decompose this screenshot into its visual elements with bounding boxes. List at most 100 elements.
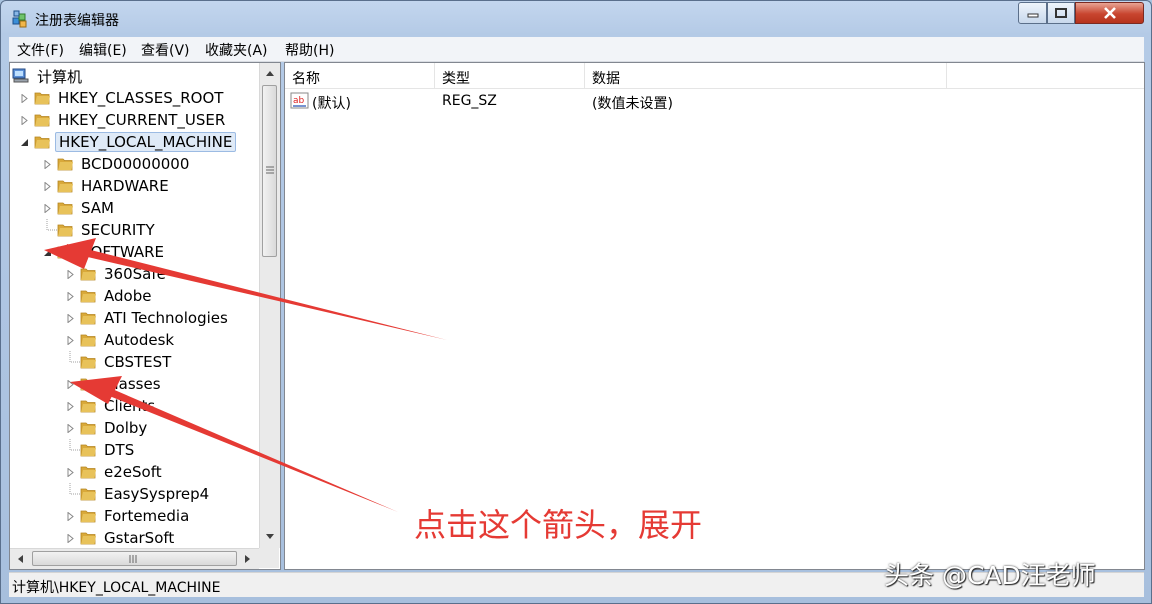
string-value-icon: ab [290, 92, 309, 109]
tree-connector-icon [69, 439, 80, 451]
menu-favorites[interactable]: 收藏夹(A) [205, 40, 268, 60]
tree-item[interactable]: SAM [44, 197, 117, 219]
column-divider[interactable] [946, 63, 947, 88]
folder-icon [80, 444, 96, 456]
tree-item[interactable]: HARDWARE [44, 175, 172, 197]
maximize-button[interactable] [1047, 2, 1075, 24]
maximize-icon [1055, 8, 1067, 18]
value-list-pane[interactable]: 名称 类型 数据 ab (默认) REG_SZ (数值未设置) [284, 62, 1145, 570]
tree-label: HKEY_CLASSES_ROOT [58, 89, 224, 107]
tree-root-computer[interactable]: 计算机 [12, 65, 85, 87]
collapsed-arrow-icon[interactable] [66, 512, 75, 521]
folder-icon [80, 356, 96, 368]
collapsed-arrow-icon[interactable] [66, 468, 75, 477]
close-button[interactable] [1075, 2, 1144, 24]
menu-help[interactable]: 帮助(H) [285, 40, 334, 60]
tree-item[interactable]: Fortemedia [67, 505, 192, 527]
tree-item[interactable]: CBSTEST [69, 351, 174, 373]
status-path: 计算机\HKEY_LOCAL_MACHINE [12, 580, 221, 596]
folder-icon [34, 114, 50, 126]
scroll-down-icon[interactable] [265, 533, 275, 541]
horizontal-scroll-thumb[interactable] [32, 551, 237, 566]
folder-icon [57, 246, 73, 258]
column-divider[interactable] [434, 63, 435, 88]
collapsed-arrow-icon[interactable] [43, 160, 52, 169]
collapsed-arrow-icon[interactable] [66, 292, 75, 301]
tree-item[interactable]: EasySysprep4 [69, 483, 212, 505]
list-item[interactable]: ab (默认) REG_SZ (数值未设置) [285, 90, 1144, 112]
collapsed-arrow-icon[interactable] [66, 336, 75, 345]
tree-label: Classes [104, 375, 161, 393]
tree-label: SECURITY [81, 221, 155, 239]
value-type: REG_SZ [442, 93, 497, 109]
column-header-data[interactable]: 数据 [592, 68, 620, 88]
collapsed-arrow-icon[interactable] [43, 204, 52, 213]
window-title: 注册表编辑器 [35, 13, 119, 29]
collapsed-arrow-icon[interactable] [66, 534, 75, 543]
grip-icon [129, 555, 137, 563]
grip-icon [266, 166, 274, 174]
tree-item[interactable]: SOFTWARE [44, 241, 167, 263]
annotation-caption: 点击这个箭头，展开 [414, 506, 703, 544]
tree-label: GstarSoft [104, 529, 175, 547]
vertical-scroll-thumb[interactable] [262, 85, 277, 257]
collapsed-arrow-icon[interactable] [20, 116, 29, 125]
expanded-arrow-icon[interactable] [43, 248, 52, 257]
tree-connector-icon [69, 483, 80, 495]
tree-item[interactable]: Adobe [67, 285, 154, 307]
tree-item[interactable]: 360Safe [67, 263, 169, 285]
folder-icon [34, 92, 50, 104]
menu-view[interactable]: 查看(V) [141, 40, 190, 60]
collapsed-arrow-icon[interactable] [66, 424, 75, 433]
menu-file[interactable]: 文件(F) [17, 40, 64, 60]
folder-icon [80, 422, 96, 434]
scroll-right-icon[interactable] [244, 554, 252, 564]
tree-item[interactable]: Clients [67, 395, 158, 417]
close-icon [1103, 7, 1116, 19]
tree-label: e2eSoft [104, 463, 162, 481]
folder-icon [80, 378, 96, 390]
column-divider[interactable] [584, 63, 585, 88]
tree-item[interactable]: HKEY_LOCAL_MACHINE [21, 131, 237, 153]
value-name: (默认) [312, 96, 351, 112]
menu-edit[interactable]: 编辑(E) [79, 40, 127, 60]
tree-item[interactable]: HKEY_CLASSES_ROOT [21, 87, 226, 109]
tree-item[interactable]: Classes [67, 373, 164, 395]
tree-item[interactable]: SECURITY [46, 219, 158, 241]
collapsed-arrow-icon[interactable] [66, 314, 75, 323]
tree-item[interactable]: e2eSoft [67, 461, 165, 483]
column-header-type[interactable]: 类型 [442, 68, 470, 88]
tree-item[interactable]: HKEY_CURRENT_USER [21, 109, 228, 131]
scroll-left-icon[interactable] [16, 554, 24, 564]
tree-label: HKEY_CURRENT_USER [58, 111, 226, 129]
tree-label: EasySysprep4 [104, 485, 210, 503]
key-tree-pane[interactable]: 计算机 HKEY_CLASSES_ROOT HKEY_CURRENT_USER HK… [9, 62, 281, 570]
scroll-up-icon[interactable] [265, 69, 275, 77]
collapsed-arrow-icon[interactable] [66, 380, 75, 389]
tree-label: DTS [104, 441, 135, 459]
expanded-arrow-icon[interactable] [20, 138, 29, 147]
tree-connector-icon [69, 351, 80, 363]
tree-item[interactable]: ATI Technologies [67, 307, 231, 329]
tree-item[interactable]: DTS [69, 439, 137, 461]
tree-item[interactable]: Autodesk [67, 329, 177, 351]
tree-vertical-scrollbar[interactable] [259, 63, 280, 548]
minimize-button[interactable] [1018, 2, 1047, 24]
tree-item[interactable]: GstarSoft [67, 527, 177, 549]
scroll-corner [259, 548, 279, 568]
tree-label: Dolby [104, 419, 148, 437]
tree-label: SOFTWARE [81, 243, 165, 261]
menu-bar: 文件(F) 编辑(E) 查看(V) 收藏夹(A) 帮助(H) [9, 37, 1144, 62]
tree-connector-icon [46, 219, 57, 231]
collapsed-arrow-icon[interactable] [66, 402, 75, 411]
collapsed-arrow-icon[interactable] [43, 182, 52, 191]
registry-editor-icon [12, 10, 27, 28]
column-header-name[interactable]: 名称 [292, 68, 320, 88]
collapsed-arrow-icon[interactable] [20, 94, 29, 103]
title-bar[interactable]: 注册表编辑器 [1, 1, 1151, 37]
tree-item[interactable]: Dolby [67, 417, 150, 439]
tree-label: CBSTEST [104, 353, 172, 371]
tree-item[interactable]: BCD00000000 [44, 153, 192, 175]
tree-horizontal-scrollbar[interactable] [10, 548, 259, 569]
collapsed-arrow-icon[interactable] [66, 270, 75, 279]
